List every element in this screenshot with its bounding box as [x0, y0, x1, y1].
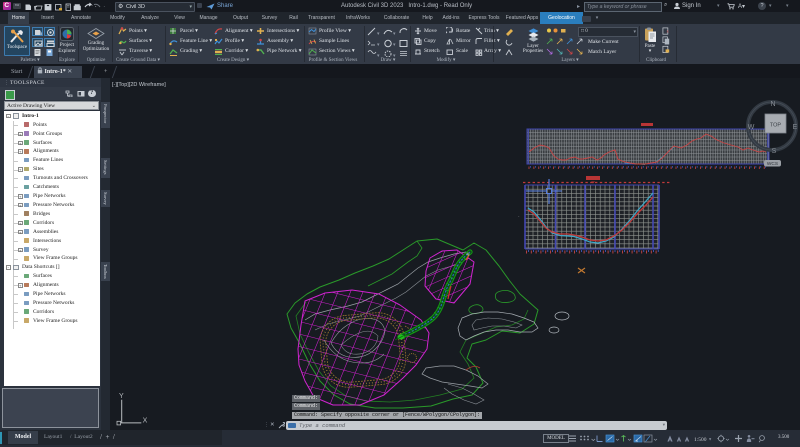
svg-text:N: N	[770, 101, 775, 108]
svg-text:E: E	[793, 124, 798, 131]
svg-text:▾: ▾	[377, 43, 380, 48]
svg-text:▾: ▾	[393, 32, 396, 37]
svg-text:TOP: TOP	[770, 123, 782, 129]
svg-text:-: -	[518, 213, 520, 218]
svg-text:▾: ▾	[377, 32, 380, 37]
svg-text:W: W	[748, 124, 755, 131]
svg-text:S: S	[772, 148, 777, 155]
svg-text:▾: ▾	[709, 436, 712, 441]
svg-text:Y: Y	[119, 393, 124, 400]
svg-text:[-][Top][2D Wireframe]: [-][Top][2D Wireframe]	[112, 82, 166, 88]
svg-text:▾: ▾	[393, 43, 396, 48]
svg-text:x: x	[667, 28, 670, 33]
svg-text:1:500: 1:500	[694, 437, 707, 443]
svg-text:X: X	[143, 418, 148, 425]
svg-text:WCS: WCS	[767, 161, 778, 167]
